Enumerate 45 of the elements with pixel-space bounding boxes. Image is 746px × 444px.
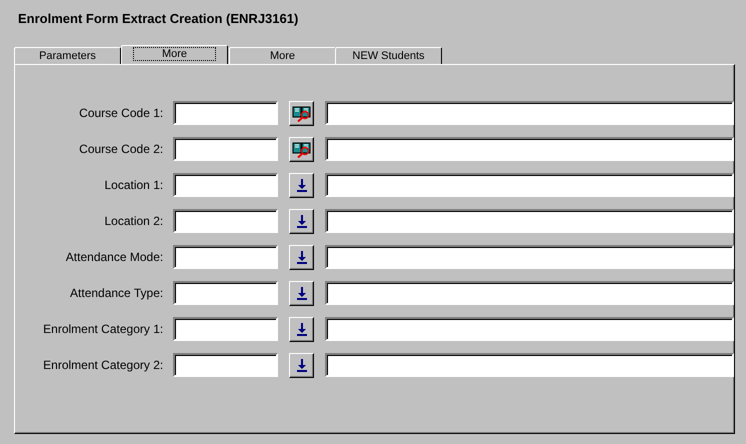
book-magnifier-icon: [292, 104, 312, 122]
dropdown-button[interactable]: [289, 172, 314, 198]
dropdown-button[interactable]: [289, 208, 314, 234]
down-arrow-icon: [296, 322, 308, 336]
code-field[interactable]: [173, 245, 278, 269]
code-field[interactable]: [173, 317, 278, 341]
code-field[interactable]: [173, 209, 278, 233]
code-field[interactable]: [173, 353, 278, 377]
dropdown-button[interactable]: [289, 352, 314, 378]
code-field[interactable]: [173, 101, 278, 125]
book-magnifier-icon: [292, 140, 312, 158]
description-field[interactable]: [324, 281, 734, 305]
field-label: Course Code 2:: [78, 142, 164, 156]
code-field[interactable]: [173, 173, 278, 197]
code-field[interactable]: [173, 281, 278, 305]
tab[interactable]: Parameters: [14, 47, 121, 64]
description-field[interactable]: [324, 173, 734, 197]
code-field[interactable]: [173, 137, 278, 161]
field-label: Course Code 1:: [78, 106, 164, 120]
description-field[interactable]: [324, 245, 734, 269]
description-field[interactable]: [324, 209, 734, 233]
field-label: Attendance Mode:: [64, 250, 164, 264]
dropdown-button[interactable]: [289, 280, 314, 306]
lookup-button[interactable]: [289, 100, 314, 126]
dropdown-button[interactable]: [289, 244, 314, 270]
dropdown-button[interactable]: [289, 316, 314, 342]
tab[interactable]: More: [121, 45, 228, 64]
description-field[interactable]: [324, 317, 734, 341]
field-label: Location 2:: [103, 214, 164, 228]
description-field[interactable]: [324, 137, 734, 161]
field-label: Location 1:: [103, 178, 164, 192]
description-field[interactable]: [324, 353, 734, 377]
window-title: Enrolment Form Extract Creation (ENRJ3161): [18, 10, 300, 28]
tab[interactable]: More: [229, 47, 336, 64]
field-label: Enrolment Category 1:: [42, 322, 164, 336]
field-label: Attendance Type:: [69, 286, 164, 300]
down-arrow-icon: [296, 286, 308, 300]
tab[interactable]: NEW Students: [335, 47, 442, 64]
lookup-button[interactable]: [289, 136, 314, 162]
down-arrow-icon: [296, 250, 308, 264]
down-arrow-icon: [296, 214, 308, 228]
down-arrow-icon: [296, 178, 308, 192]
field-label: Enrolment Category 2:: [42, 358, 164, 372]
down-arrow-icon: [296, 358, 308, 372]
description-field[interactable]: [324, 101, 734, 125]
